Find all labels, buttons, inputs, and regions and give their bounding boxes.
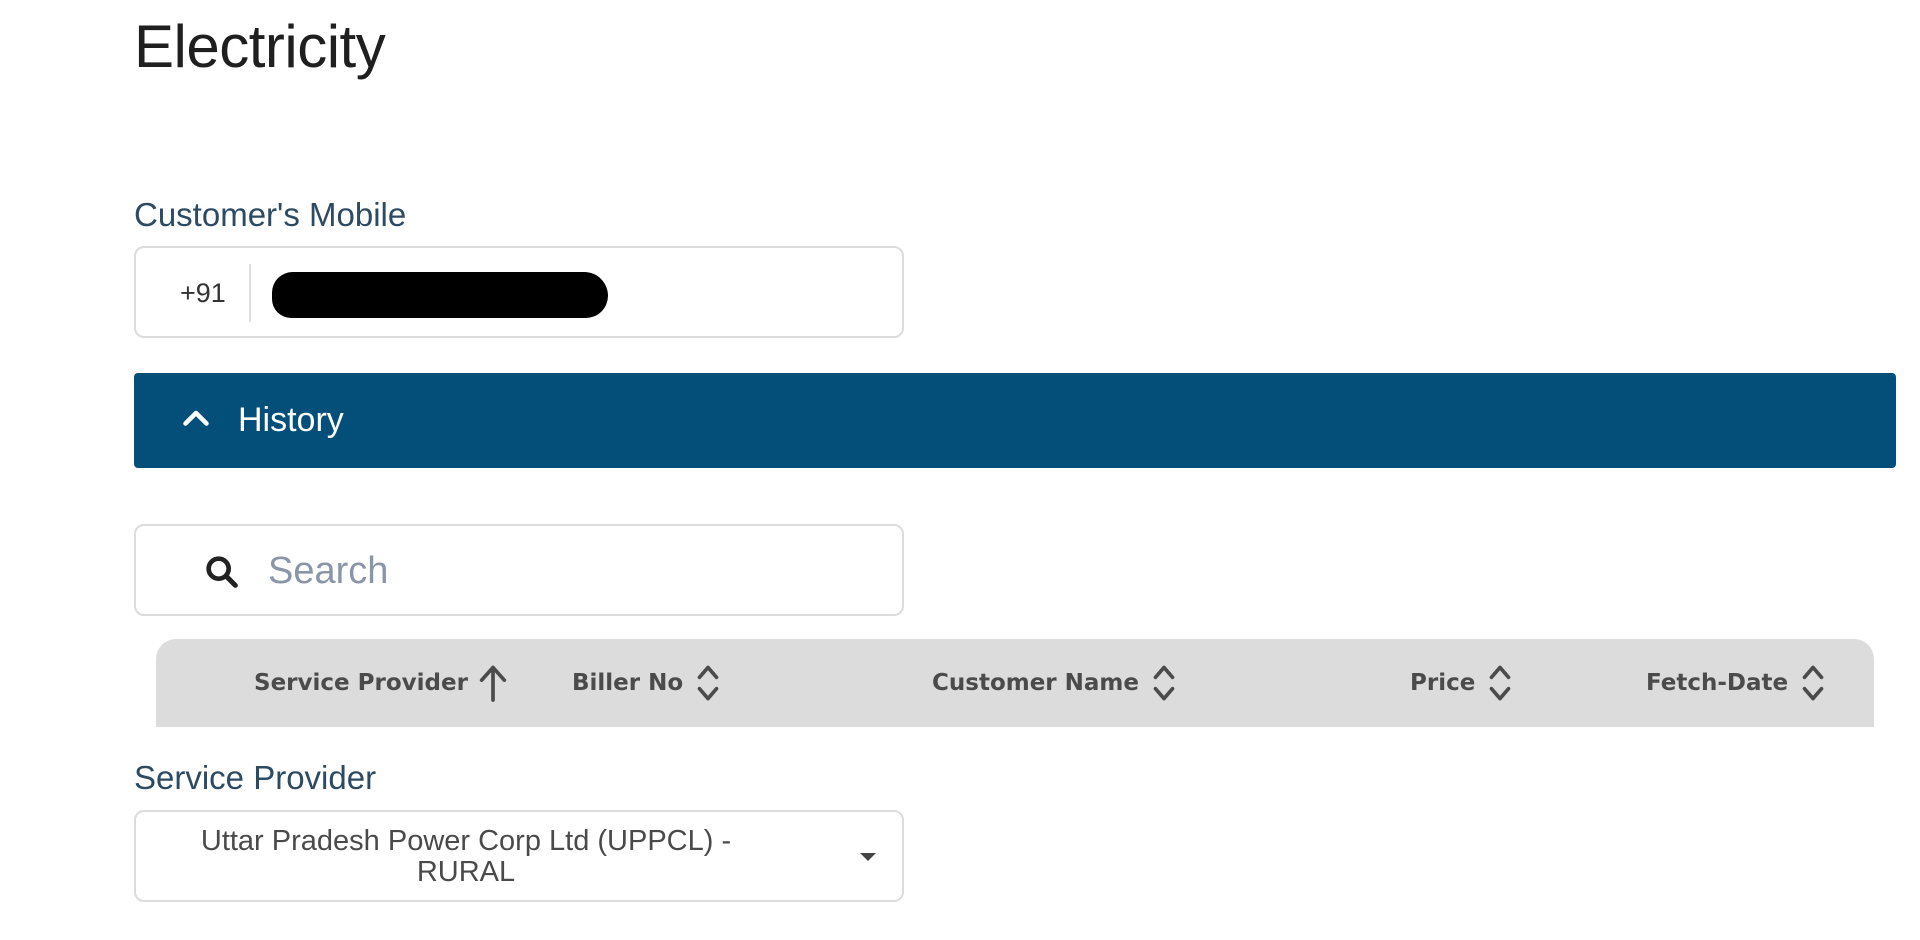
column-header-customer-name[interactable]: Customer Name xyxy=(932,639,1181,727)
history-accordion-header[interactable]: History xyxy=(134,373,1896,468)
customer-mobile-field[interactable]: +91 xyxy=(134,246,904,338)
redaction-mark xyxy=(272,272,608,318)
chevron-up-icon xyxy=(183,410,209,426)
history-label: History xyxy=(238,401,344,439)
service-provider-label: Service Provider xyxy=(134,759,377,796)
column-label: Biller No xyxy=(572,670,684,696)
electricity-page: Electricity Customer's Mobile +91 Histor… xyxy=(0,0,1920,940)
service-provider-select[interactable]: Uttar Pradesh Power Corp Ltd (UPPCL) - R… xyxy=(134,810,904,902)
column-header-fetch-date[interactable]: Fetch-Date xyxy=(1646,639,1830,727)
column-label: Price xyxy=(1410,670,1476,696)
selected-provider-line1: Uttar Pradesh Power Corp Ltd (UPPCL) - xyxy=(200,825,732,857)
sort-icon xyxy=(1153,665,1175,701)
customer-mobile-label: Customer's Mobile xyxy=(134,196,407,233)
selected-provider-line2: RURAL xyxy=(416,856,516,888)
sort-icon xyxy=(1802,665,1824,701)
column-label: Customer Name xyxy=(932,670,1139,696)
column-label: Fetch-Date xyxy=(1646,670,1789,696)
column-header-biller-no[interactable]: Biller No xyxy=(572,639,725,727)
sort-icon xyxy=(697,665,719,701)
search-input[interactable] xyxy=(266,542,866,600)
country-code-divider xyxy=(249,264,251,322)
page-title: Electricity xyxy=(134,13,386,80)
caret-down-icon[interactable] xyxy=(858,850,878,864)
arrow-up-icon xyxy=(479,665,507,702)
column-label: Service Provider xyxy=(254,670,468,696)
column-header-price[interactable]: Price xyxy=(1410,639,1517,727)
sort-icon xyxy=(1489,665,1511,701)
history-table-header: Service Provider Biller No Customer Name… xyxy=(156,639,1874,727)
selected-provider: Uttar Pradesh Power Corp Ltd (UPPCL) - R… xyxy=(166,826,766,888)
country-code: +91 xyxy=(180,278,226,308)
search-icon xyxy=(206,556,238,588)
search-box[interactable] xyxy=(134,524,904,616)
column-header-service-provider[interactable]: Service Provider xyxy=(254,639,510,727)
